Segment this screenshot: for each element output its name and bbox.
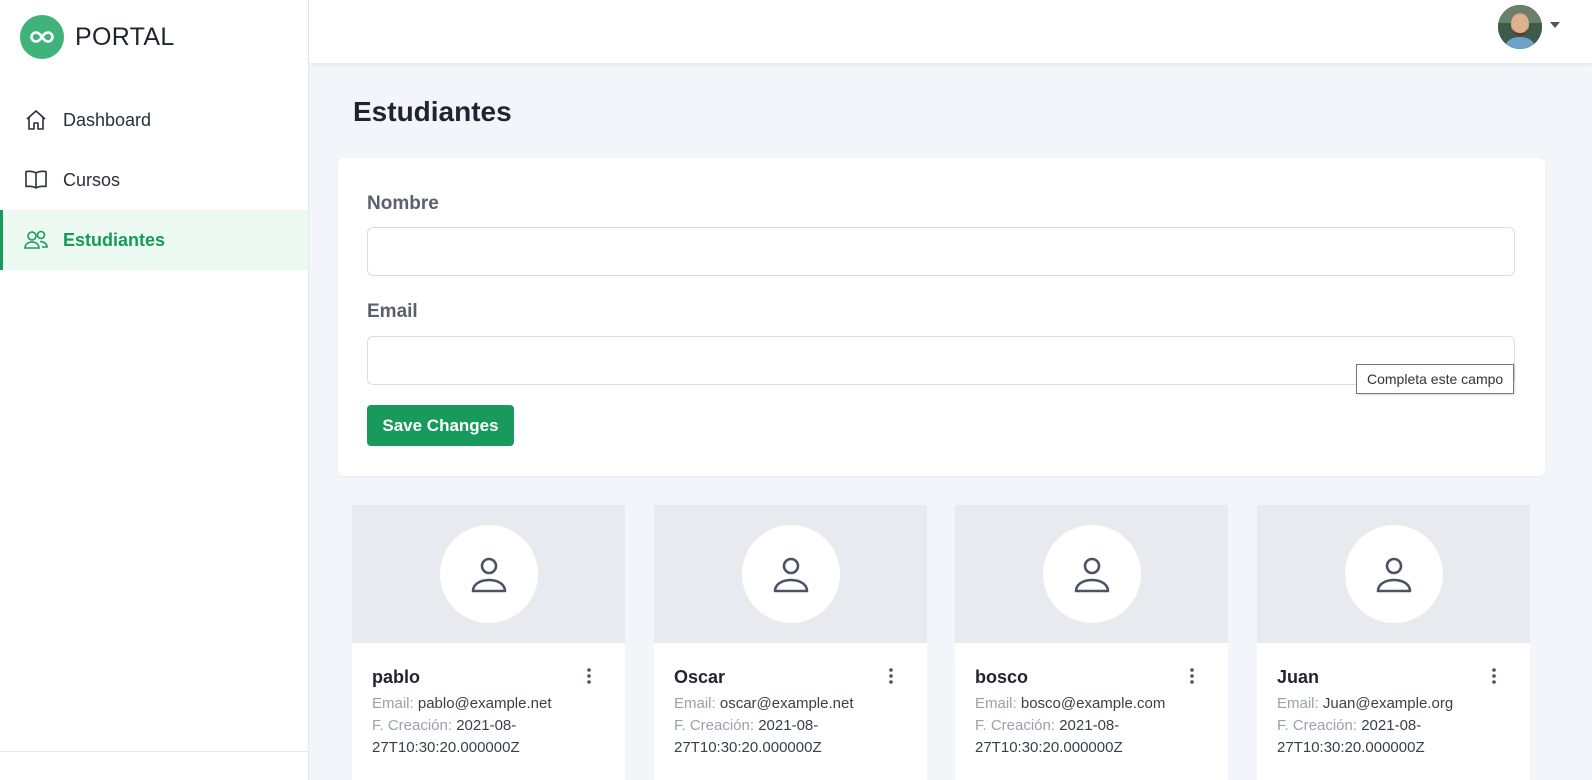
- user-placeholder-icon: [1344, 524, 1443, 623]
- card-banner: [1257, 505, 1530, 643]
- sidebar-item-label: Estudiantes: [63, 229, 166, 250]
- save-changes-button[interactable]: Save Changes: [367, 405, 514, 446]
- student-name: Juan: [1277, 667, 1320, 687]
- student-created: F. Creación: 2021-08-27T10:30:20.000000Z: [674, 717, 822, 756]
- brand[interactable]: PORTAL: [20, 15, 175, 59]
- more-vertical-icon[interactable]: [1484, 665, 1504, 687]
- user-placeholder-icon: [439, 524, 538, 623]
- more-vertical-icon[interactable]: [579, 665, 599, 687]
- student-card: pablo Email: pablo@example.net F. Creaci…: [352, 505, 625, 780]
- sidebar: PORTAL Dashboard Cursos Estudiantes: [0, 0, 309, 780]
- student-name: bosco: [975, 667, 1029, 687]
- student-created: F. Creación: 2021-08-27T10:30:20.000000Z: [372, 717, 520, 756]
- brand-name: PORTAL: [75, 22, 175, 51]
- page-title: Estudiantes: [353, 96, 512, 127]
- sidebar-item-label: Cursos: [63, 169, 121, 190]
- top-bar: [309, 0, 1592, 63]
- more-vertical-icon[interactable]: [881, 665, 901, 687]
- email-input[interactable]: [367, 336, 1515, 385]
- infinity-logo-icon: [20, 15, 64, 59]
- sidebar-nav: Dashboard Cursos Estudiantes: [0, 90, 308, 270]
- sidebar-item-estudiantes[interactable]: Estudiantes: [0, 210, 308, 270]
- student-email: Email: bosco@example.com: [975, 695, 1166, 712]
- card-banner: [955, 505, 1228, 643]
- student-card: Oscar Email: oscar@example.net F. Creaci…: [654, 505, 927, 780]
- caret-down-icon[interactable]: [1548, 18, 1562, 32]
- users-icon: [23, 227, 49, 253]
- card-banner: [654, 505, 927, 643]
- student-card: bosco Email: bosco@example.com F. Creaci…: [955, 505, 1228, 780]
- sidebar-item-dashboard[interactable]: Dashboard: [0, 90, 308, 150]
- user-placeholder-icon: [1042, 524, 1141, 623]
- student-created: F. Creación: 2021-08-27T10:30:20.000000Z: [975, 717, 1123, 756]
- student-form: Nombre Email Save Changes: [338, 158, 1545, 476]
- book-icon: [23, 167, 49, 193]
- sidebar-item-cursos[interactable]: Cursos: [0, 150, 308, 210]
- name-label: Nombre: [367, 193, 439, 214]
- home-icon: [23, 107, 49, 133]
- student-name: Oscar: [674, 667, 726, 687]
- student-name: pablo: [372, 667, 420, 687]
- sidebar-item-label: Dashboard: [63, 109, 152, 130]
- student-email: Email: pablo@example.net: [372, 695, 552, 712]
- more-vertical-icon[interactable]: [1182, 665, 1202, 687]
- student-card: Juan Email: Juan@example.org F. Creación…: [1257, 505, 1530, 780]
- user-avatar[interactable]: [1498, 5, 1542, 49]
- validation-tooltip: Completa este campo: [1356, 364, 1515, 394]
- student-email: Email: oscar@example.net: [674, 695, 854, 712]
- student-created: F. Creación: 2021-08-27T10:30:20.000000Z: [1277, 717, 1425, 756]
- student-email: Email: Juan@example.org: [1277, 695, 1454, 712]
- user-placeholder-icon: [741, 524, 840, 623]
- name-input[interactable]: [367, 227, 1515, 276]
- email-label: Email: [367, 301, 418, 322]
- card-banner: [352, 505, 625, 643]
- sidebar-divider: [0, 751, 308, 752]
